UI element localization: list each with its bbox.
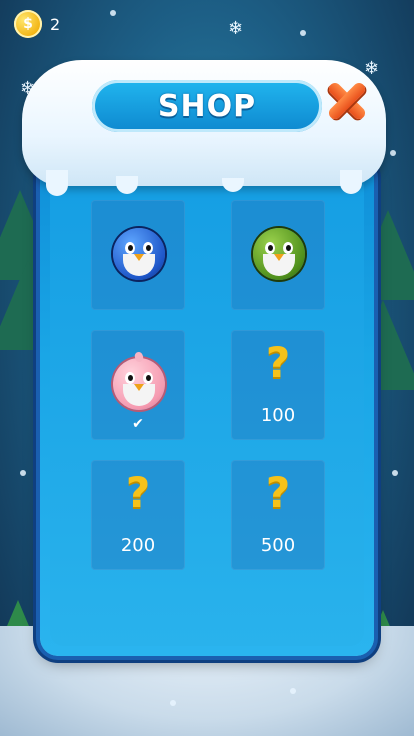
question-mark-icon: ? xyxy=(265,468,291,517)
pink-bird-icon xyxy=(113,351,165,410)
blue-bird-icon xyxy=(113,228,165,280)
question-mark-icon: ? xyxy=(125,468,151,517)
item-price: 500 xyxy=(260,535,296,556)
coin-icon: $ xyxy=(14,10,42,38)
shop-item-green-bird[interactable] xyxy=(231,200,325,310)
snow-particle xyxy=(390,150,396,156)
shop-item-locked-500[interactable]: ? 500 xyxy=(231,460,325,570)
snow-particle xyxy=(392,470,398,476)
snow-particle xyxy=(20,470,26,476)
page-title: SHOP xyxy=(157,88,257,124)
coin-counter: $ 2 xyxy=(14,10,60,38)
shop-item-pink-bird[interactable]: ✔ xyxy=(91,330,185,440)
close-button[interactable] xyxy=(318,72,376,130)
snow-particle xyxy=(290,688,296,694)
snow-particle xyxy=(300,30,306,36)
shop-item-locked-100[interactable]: ? 100 xyxy=(231,330,325,440)
shop-item-blue-bird[interactable] xyxy=(91,200,185,310)
snowflake-icon: ❄ xyxy=(228,18,244,39)
shop-item-locked-200[interactable]: ? 200 xyxy=(91,460,185,570)
green-bird-icon xyxy=(253,228,305,280)
coin-count: 2 xyxy=(50,14,61,34)
question-mark-icon: ? xyxy=(265,338,291,387)
snow-drip xyxy=(340,170,362,194)
item-price: 200 xyxy=(120,535,156,556)
item-price: 100 xyxy=(260,405,296,426)
snow-particle xyxy=(110,10,116,16)
title-banner: SHOP xyxy=(92,80,322,132)
snow-particle xyxy=(170,700,176,706)
snow-drip xyxy=(46,170,68,196)
selected-check-icon: ✔ xyxy=(132,416,144,432)
